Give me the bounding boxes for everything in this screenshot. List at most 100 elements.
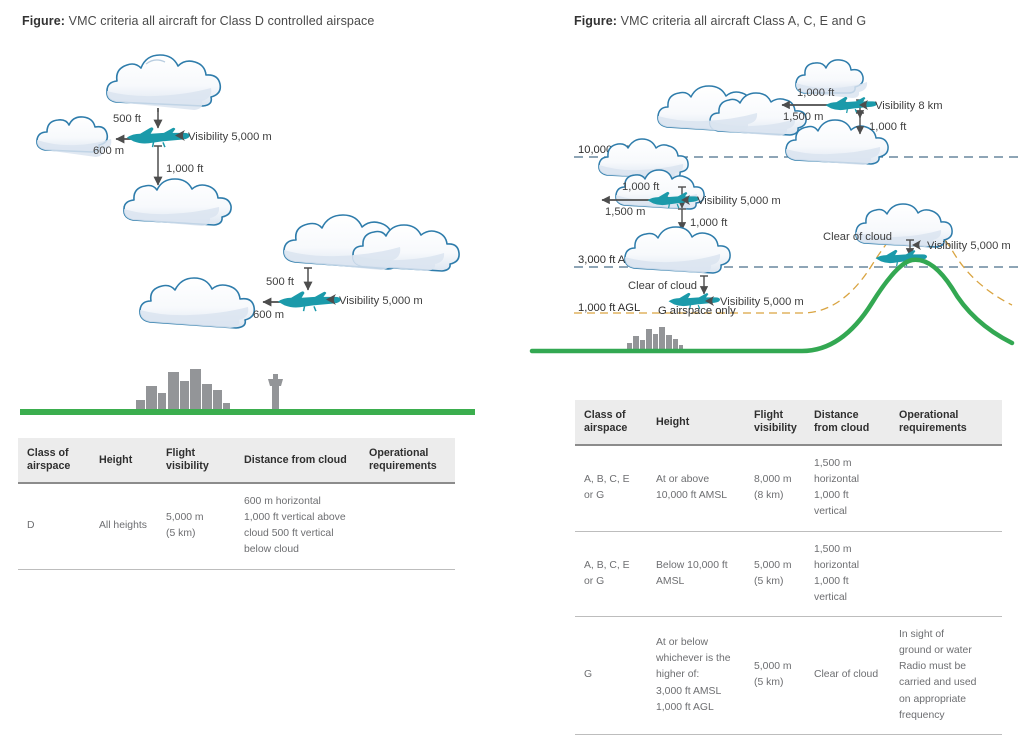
cell-line: 5,000 m: [754, 559, 792, 571]
table-row: G At or below whichever is the higher of…: [575, 616, 1002, 735]
cell-line: 1,000 ft vertical: [814, 575, 849, 603]
cell-line: 600 m horizontal: [244, 496, 321, 508]
col-distance-from-cloud: Distance from cloud: [235, 438, 360, 484]
cell-height: At or below whichever is the higher of: …: [647, 616, 745, 735]
cell-line: AMSL: [656, 575, 685, 587]
city-skyline: [136, 369, 230, 412]
label-a2-1000ft-top: 1,000 ft: [622, 181, 660, 193]
label-a2-1500m: 1,500 m: [605, 206, 645, 218]
cell-line: or G: [584, 575, 605, 587]
col-class-of-airspace: Class of airspace: [18, 438, 90, 484]
cell-line: A, B, C, E: [584, 474, 630, 486]
cell-line: 8,000 m: [754, 474, 792, 486]
table-row: D All heights 5,000 m (5 km) 600 m horiz…: [18, 482, 455, 570]
left-vmc-table: Class of airspace Height Flight visibili…: [18, 438, 455, 570]
cell-line: 10,000 ft AMSL: [656, 490, 728, 502]
cell-line: horizontal: [814, 474, 860, 486]
cell-line: At or above: [656, 474, 710, 486]
cell-line: carried and used: [899, 677, 977, 689]
col-operational-requirements: Operational requirements: [890, 400, 1002, 446]
table-row: A, B, C, E or G At or above 10,000 ft AM…: [575, 444, 1002, 532]
cell-line: 3,000 ft AMSL: [656, 685, 722, 697]
col-height: Height: [647, 400, 745, 446]
cell-line: 5,000 m: [166, 512, 204, 524]
cloud-shape: [139, 277, 256, 329]
col-flight-visibility: Flight visibility: [157, 438, 235, 484]
cell-line: cloud 500 ft vertical: [244, 528, 334, 540]
left-figure-panel: Figure: VMC criteria all aircraft for Cl…: [0, 0, 512, 683]
cell-visibility: 8,000 m (8 km): [745, 444, 805, 532]
table-header-row: Class of airspace Height Flight visibili…: [18, 438, 455, 484]
cell-line: whichever is the: [656, 653, 731, 665]
cell-visibility: 5,000 m (5 km): [157, 482, 235, 570]
cell-line: 1,000 ft AGL: [656, 701, 714, 713]
label-g-airspace-only: G airspace only: [658, 305, 736, 317]
cell-height: All heights: [90, 482, 157, 570]
cloud-shape: [123, 178, 232, 226]
label-1000ft-agl: 1,000 ft AGL: [578, 302, 640, 314]
cell-line: (5 km): [754, 677, 784, 689]
col-flight-visibility: Flight visibility: [745, 400, 805, 446]
label-a1-visibility: Visibility 8 km: [875, 100, 943, 112]
cell-distance: Clear of cloud: [805, 616, 890, 735]
cell-height: Below 10,000 ft AMSL: [647, 530, 745, 617]
cell-line: higher of:: [656, 669, 700, 681]
label-a4-clear-of-cloud: Clear of cloud: [823, 231, 892, 243]
col-height: Height: [90, 438, 157, 484]
label-a1-1000ft-bottom: 1,000 ft: [869, 121, 907, 133]
cell-line: or G: [584, 490, 605, 502]
cell-line: 1,500 m: [814, 543, 852, 555]
cell-line: A, B, C, E: [584, 559, 630, 571]
col-distance-from-cloud: Distance from cloud: [805, 400, 890, 446]
aircraft-icon: [825, 96, 878, 114]
cell-class: D: [18, 482, 90, 570]
label-a2-visibility: Visibility 5,000 m: [697, 195, 781, 207]
cell-line: Radio must be: [899, 661, 966, 673]
cell-line: (5 km): [166, 528, 196, 540]
col-operational-requirements: Operational requirements: [360, 438, 455, 484]
city-skyline: [627, 327, 683, 351]
right-figure-panel: Figure: VMC criteria all aircraft Class …: [512, 0, 1024, 735]
right-vmc-table: Class of airspace Height Flight visibili…: [575, 400, 1002, 735]
label-a1-1500m: 1,500 m: [783, 111, 823, 123]
label-600m-top: 600 m: [93, 145, 124, 157]
cell-line: At or below: [656, 637, 708, 649]
label-500ft-lower: 500 ft: [266, 276, 295, 288]
cell-line: horizontal: [814, 559, 860, 571]
table-header-row: Class of airspace Height Flight visibili…: [575, 400, 1002, 446]
label-1000ft-bottom: 1,000 ft: [166, 163, 204, 175]
cell-visibility: 5,000 m (5 km): [745, 616, 805, 735]
label-a2-1000ft-bottom: 1,000 ft: [690, 217, 728, 229]
label-600m-lower: 600 m: [253, 309, 284, 321]
cell-line: 5,000 m: [754, 661, 792, 673]
label-500ft-top: 500 ft: [113, 113, 142, 125]
cell-operational: [360, 482, 455, 570]
ground-line: [20, 409, 475, 415]
cell-visibility: 5,000 m (5 km): [745, 530, 805, 617]
cell-line: In sight of: [899, 629, 945, 641]
cell-operational: In sight of ground or water Radio must b…: [890, 616, 1002, 735]
cell-line: below cloud: [244, 544, 299, 556]
right-diagram: 10,000 ft AMSL 3,000 ft AMSL 1,000 ft AG…: [529, 59, 1024, 354]
cell-distance: 600 m horizontal 1,000 ft vertical above…: [235, 482, 360, 570]
cell-height: At or above 10,000 ft AMSL: [647, 444, 745, 532]
left-diagram: 500 ft 600 m Visibility 5,000 m 1,000 ft…: [20, 54, 475, 415]
cell-line: Below 10,000 ft: [656, 559, 728, 571]
cell-line: ground or water: [899, 645, 972, 657]
cell-class: G: [575, 616, 647, 735]
cloud-shape: [624, 226, 731, 274]
cell-line: 1,500 m: [814, 458, 852, 470]
cell-distance: 1,500 m horizontal 1,000 ft vertical: [805, 444, 890, 532]
cell-line: frequency: [899, 709, 945, 721]
control-tower-icon: [268, 374, 284, 413]
cell-line: (5 km): [754, 575, 784, 587]
label-a4-visibility: Visibility 5,000 m: [927, 240, 1011, 252]
cell-class: A, B, C, E or G: [575, 530, 647, 617]
col-class-of-airspace: Class of airspace: [575, 400, 647, 446]
cell-line: on appropriate: [899, 693, 967, 705]
cell-line: 1,000 ft vertical above: [244, 512, 346, 524]
label-a3-clear-of-cloud: Clear of cloud: [628, 280, 697, 292]
cell-operational: [890, 444, 1002, 532]
cell-distance: 1,500 m horizontal 1,000 ft vertical: [805, 530, 890, 617]
cell-line: (8 km): [754, 490, 784, 502]
